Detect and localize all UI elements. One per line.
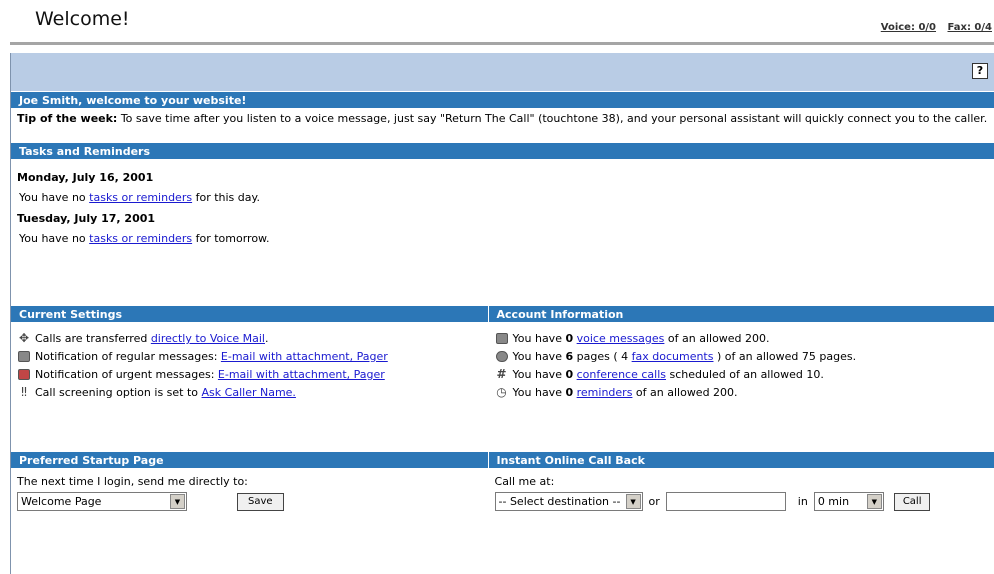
fax-documents-link[interactable]: fax documents: [632, 350, 714, 363]
account-list: You have 0 voice messages of an allowed …: [489, 322, 994, 451]
urgent-notification-link[interactable]: E-mail with attachment, Pager: [218, 368, 385, 381]
tasks-link[interactable]: tasks or reminders: [89, 232, 192, 245]
fax-icon: [495, 350, 509, 364]
tip-label: Tip of the week:: [17, 112, 118, 125]
settings-header: Current Settings: [11, 305, 488, 322]
screening-icon: ‼: [21, 385, 27, 399]
account-fax: You have 6 pages ( 4 fax documents ) of …: [495, 350, 986, 364]
settings-list: ✥ Calls are transferred directly to Voic…: [11, 322, 488, 451]
account-reminders: ◷ You have 0 reminders of an allowed 200…: [496, 385, 738, 400]
call-back-section: Instant Online Call Back Call me at: -- …: [487, 451, 994, 528]
account-header: Account Information: [488, 305, 994, 322]
phone-number-input[interactable]: [665, 492, 786, 511]
info-columns: Current Settings ✥ Calls are transferred…: [11, 305, 994, 451]
help-icon[interactable]: ?: [972, 63, 988, 79]
tasks-list: Monday, July 16, 2001 You have no tasks …: [11, 159, 994, 305]
setting-urgent-notification: Notification of urgent messages: E-mail …: [17, 368, 480, 382]
voice-messages-link[interactable]: voice messages: [577, 332, 665, 345]
tip-text: To save time after you listen to a voice…: [120, 112, 988, 125]
voice-count-link[interactable]: Voice: 0/0: [881, 22, 936, 33]
current-settings: Current Settings ✥ Calls are transferred…: [11, 305, 488, 451]
setting-transfer: ✥ Calls are transferred directly to Voic…: [18, 331, 269, 346]
task-date: Monday, July 16, 2001: [17, 171, 154, 184]
tasks-link[interactable]: tasks or reminders: [89, 191, 192, 204]
conference-calls-link[interactable]: conference calls: [577, 368, 666, 381]
account-voice: You have 0 voice messages of an allowed …: [495, 332, 986, 346]
envelope-icon: [17, 350, 31, 364]
startup-page-section: Preferred Startup Page The next time I l…: [11, 451, 488, 528]
setting-call-screening: ‼ Call screening option is set to Ask Ca…: [17, 386, 480, 400]
tasks-header: Tasks and Reminders: [11, 142, 994, 159]
panel-toolbar: ?: [11, 53, 994, 91]
reminders-link[interactable]: reminders: [577, 386, 633, 399]
callback-header: Instant Online Call Back: [488, 451, 994, 468]
startup-page-select[interactable]: Welcome Page ▼: [17, 492, 187, 511]
setting-regular-notification: Notification of regular messages: E-mail…: [17, 350, 480, 364]
task-item: You have no tasks or reminders for tomor…: [19, 232, 270, 245]
fax-count-link[interactable]: Fax: 0/4: [948, 22, 993, 33]
chevron-down-icon: ▼: [625, 494, 641, 509]
call-screening-link[interactable]: Ask Caller Name.: [202, 386, 296, 399]
account-conference: # You have 0 conference calls scheduled …: [496, 367, 824, 382]
callback-prompt: Call me at:: [494, 475, 555, 488]
main-panel: ? Joe Smith, welcome to your website! Ti…: [10, 53, 994, 574]
call-button[interactable]: Call: [893, 492, 931, 511]
chevron-down-icon: ▼: [170, 494, 185, 509]
chevron-down-icon: ▼: [866, 494, 882, 509]
form-columns: Preferred Startup Page The next time I l…: [11, 451, 994, 528]
in-label: in: [797, 495, 808, 508]
voicemail-icon: [495, 332, 509, 346]
urgent-envelope-icon: [17, 368, 31, 382]
task-date: Tuesday, July 17, 2001: [17, 212, 156, 225]
regular-notification-link[interactable]: E-mail with attachment, Pager: [221, 350, 388, 363]
delay-select[interactable]: 0 min ▼: [813, 492, 884, 511]
or-label: or: [648, 495, 660, 508]
clock-icon: ◷: [496, 385, 507, 399]
save-button[interactable]: Save: [237, 492, 284, 511]
conference-icon: #: [496, 367, 507, 381]
top-bar: Welcome! Voice: 0/0 Fax: 0/4: [0, 0, 994, 45]
destination-select[interactable]: -- Select destination -- ▼: [494, 492, 643, 511]
account-information: Account Information You have 0 voice mes…: [487, 305, 994, 451]
welcome-header: Joe Smith, welcome to your website!: [11, 91, 994, 108]
header-divider: [10, 42, 994, 45]
transfer-icon: ✥: [18, 331, 30, 345]
transfer-link[interactable]: directly to Voice Mail: [151, 332, 265, 345]
startup-prompt: The next time I login, send me directly …: [17, 475, 248, 488]
tip-of-week: Tip of the week: To save time after you …: [11, 108, 994, 142]
task-item: You have no tasks or reminders for this …: [19, 191, 260, 204]
startup-header: Preferred Startup Page: [11, 451, 488, 468]
message-counts: Voice: 0/0 Fax: 0/4: [873, 22, 992, 33]
page-title: Welcome!: [35, 8, 130, 30]
